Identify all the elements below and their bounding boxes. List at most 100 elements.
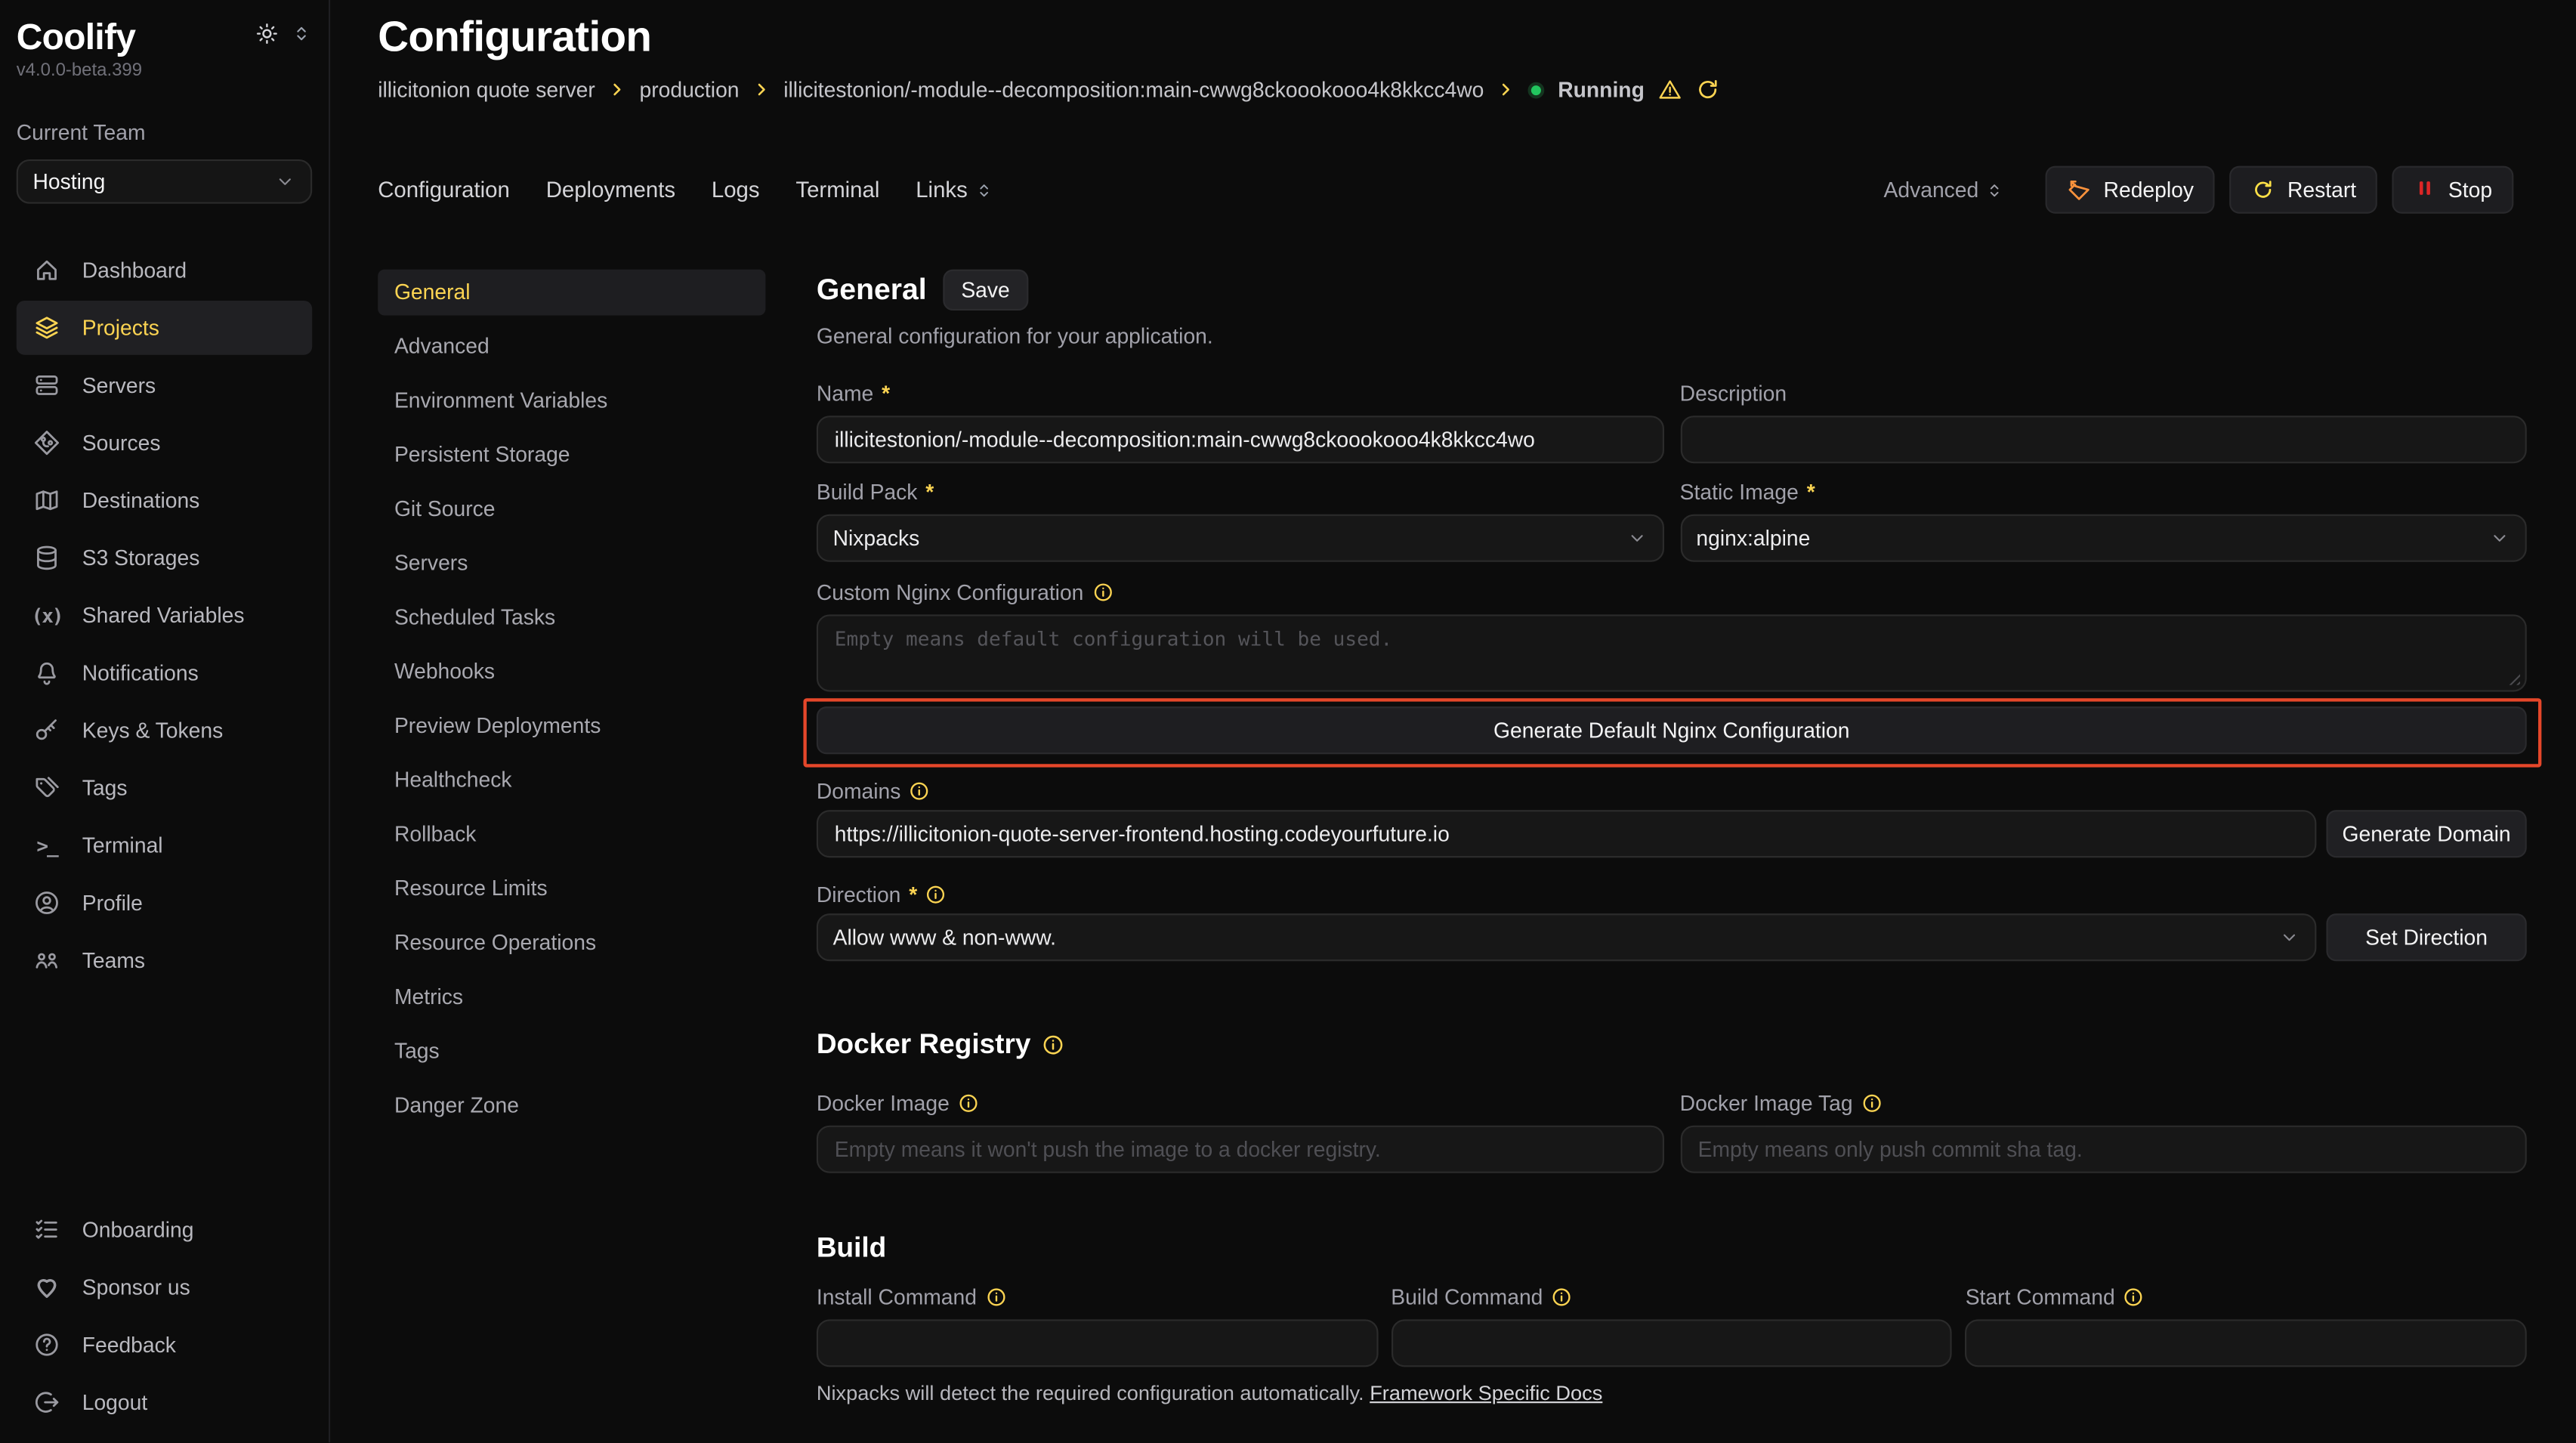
updown-chevron-icon xyxy=(1985,180,2005,199)
description-label: Description xyxy=(1680,382,2527,406)
subnav-item-advanced[interactable]: Advanced xyxy=(378,323,765,369)
subnav-item-persistent-storage[interactable]: Persistent Storage xyxy=(378,432,765,478)
domains-label: Domains xyxy=(817,779,2527,804)
chevron-down-icon xyxy=(2278,927,2300,948)
build-pack-label: Build Pack* xyxy=(817,480,1663,505)
build-title: Build xyxy=(817,1232,2527,1265)
subnav-item-webhooks[interactable]: Webhooks xyxy=(378,649,765,695)
sidebar-item-sponsor-us[interactable]: Sponsor us xyxy=(17,1260,312,1315)
breadcrumb: illicitonion quote server production ill… xyxy=(378,77,2513,102)
name-input[interactable] xyxy=(817,416,1663,463)
info-icon xyxy=(925,884,947,905)
sidebar-item-destinations[interactable]: Destinations xyxy=(17,473,312,527)
sidebar-item-servers[interactable]: Servers xyxy=(17,358,312,413)
subnav-item-healthcheck[interactable]: Healthcheck xyxy=(378,758,765,804)
team-select[interactable]: Hosting xyxy=(17,159,312,204)
start-command-input[interactable] xyxy=(1966,1319,2527,1367)
redeploy-button[interactable]: Redeploy xyxy=(2046,166,2215,214)
tab-deployments[interactable]: Deployments xyxy=(546,178,675,202)
sidebar-item-feedback[interactable]: Feedback xyxy=(17,1318,312,1372)
subnav-item-metrics[interactable]: Metrics xyxy=(378,975,765,1021)
theme-sun-icon[interactable] xyxy=(255,21,280,46)
page-title: Configuration xyxy=(378,10,2513,64)
build-pack-select[interactable]: Nixpacks xyxy=(817,514,1663,562)
version-label: v4.0.0-beta.399 xyxy=(17,60,312,80)
docker-image-input[interactable] xyxy=(817,1126,1663,1173)
info-icon xyxy=(985,1287,1006,1308)
layers-icon xyxy=(32,314,60,341)
restart-icon xyxy=(2251,178,2276,202)
sidebar-item-s3-storages[interactable]: S3 Storages xyxy=(17,530,312,585)
database-icon xyxy=(32,544,60,572)
custom-nginx-textarea[interactable] xyxy=(817,614,2527,691)
instance-selector-icon[interactable] xyxy=(291,23,312,44)
subnav-item-environment-variables[interactable]: Environment Variables xyxy=(378,378,765,424)
subnav-item-tags[interactable]: Tags xyxy=(378,1028,765,1074)
help-circle-icon xyxy=(32,1331,60,1359)
refresh-icon[interactable] xyxy=(1695,77,1720,102)
build-command-input[interactable] xyxy=(1391,1319,1952,1367)
tab-terminal[interactable]: Terminal xyxy=(795,178,879,202)
subnav-item-resource-operations[interactable]: Resource Operations xyxy=(378,920,765,966)
info-icon xyxy=(909,780,930,802)
sidebar: Coolify v4.0.0-beta.399 Current Team Hos… xyxy=(0,0,330,1442)
chevron-right-icon xyxy=(752,81,771,99)
subnav-item-danger-zone[interactable]: Danger Zone xyxy=(378,1083,765,1129)
info-icon xyxy=(1861,1092,1882,1114)
save-button[interactable]: Save xyxy=(943,270,1027,311)
name-label: Name* xyxy=(817,382,1663,406)
direction-select[interactable]: Allow www & non-www. xyxy=(817,913,2317,961)
docker-registry-title: Docker Registry xyxy=(817,1028,2527,1061)
breadcrumb-environment-link[interactable]: production xyxy=(639,77,739,102)
toolbar: Configuration Deployments Logs Terminal … xyxy=(330,166,2576,214)
sidebar-item-teams[interactable]: Teams xyxy=(17,933,312,987)
sidebar-item-projects[interactable]: Projects xyxy=(17,301,312,355)
sidebar-item-tags[interactable]: Tags xyxy=(17,761,312,815)
sidebar-item-dashboard[interactable]: Dashboard xyxy=(17,243,312,298)
sidebar-item-notifications[interactable]: Notifications xyxy=(17,646,312,700)
variables-icon: (x) xyxy=(32,601,60,629)
tab-configuration[interactable]: Configuration xyxy=(378,178,510,202)
docker-image-label: Docker Image xyxy=(817,1091,1663,1116)
subnav-item-rollback[interactable]: Rollback xyxy=(378,811,765,857)
stop-button[interactable]: Stop xyxy=(2392,166,2513,214)
sidebar-item-profile[interactable]: Profile xyxy=(17,876,312,930)
subnav-item-servers[interactable]: Servers xyxy=(378,540,765,586)
subnav-item-general[interactable]: General xyxy=(378,270,765,316)
description-input[interactable] xyxy=(1680,416,2527,463)
warning-icon[interactable] xyxy=(1657,77,1682,102)
subnav-item-preview-deployments[interactable]: Preview Deployments xyxy=(378,703,765,749)
generate-domain-button[interactable]: Generate Domain xyxy=(2326,810,2526,857)
restart-button[interactable]: Restart xyxy=(2230,166,2378,214)
domains-input[interactable] xyxy=(817,810,2317,857)
framework-docs-link[interactable]: Framework Specific Docs xyxy=(1370,1382,1602,1404)
users-icon xyxy=(32,947,60,975)
sidebar-item-onboarding[interactable]: Onboarding xyxy=(17,1203,312,1257)
advanced-dropdown[interactable]: Advanced xyxy=(1884,178,2006,202)
status-link[interactable]: Running xyxy=(1558,77,1645,102)
sidebar-item-shared-variables[interactable]: (x) Shared Variables xyxy=(17,589,312,643)
user-circle-icon xyxy=(32,889,60,917)
breadcrumb-application-link[interactable]: illicitestonion/-module--decomposition:m… xyxy=(783,77,1484,102)
general-form: General Save General configuration for y… xyxy=(817,270,2527,1443)
coolify-app-window: Coolify v4.0.0-beta.399 Current Team Hos… xyxy=(0,0,2576,1442)
install-command-input[interactable] xyxy=(817,1319,1378,1367)
breadcrumb-project-link[interactable]: illicitonion quote server xyxy=(378,77,595,102)
sidebar-item-keys-tokens[interactable]: Keys & Tokens xyxy=(17,703,312,758)
key-icon xyxy=(32,716,60,744)
subnav-item-scheduled-tasks[interactable]: Scheduled Tasks xyxy=(378,595,765,641)
bell-icon xyxy=(32,659,60,687)
sidebar-item-terminal[interactable]: >_ Terminal xyxy=(17,818,312,873)
sidebar-item-sources[interactable]: Sources xyxy=(17,416,312,470)
tab-logs[interactable]: Logs xyxy=(712,178,760,202)
sidebar-footer: Onboarding Sponsor us Feedback Logout xyxy=(17,1203,312,1429)
static-image-select[interactable]: nginx:alpine xyxy=(1680,514,2527,562)
subnav-item-git-source[interactable]: Git Source xyxy=(378,487,765,533)
generate-default-nginx-button[interactable]: Generate Default Nginx Configuration xyxy=(817,706,2527,754)
subnav-item-resource-limits[interactable]: Resource Limits xyxy=(378,866,765,912)
tab-links[interactable]: Links xyxy=(916,178,993,202)
sidebar-item-logout[interactable]: Logout xyxy=(17,1375,312,1429)
docker-image-tag-input[interactable] xyxy=(1680,1126,2527,1173)
set-direction-button[interactable]: Set Direction xyxy=(2326,913,2526,961)
redeploy-icon xyxy=(2068,178,2093,202)
